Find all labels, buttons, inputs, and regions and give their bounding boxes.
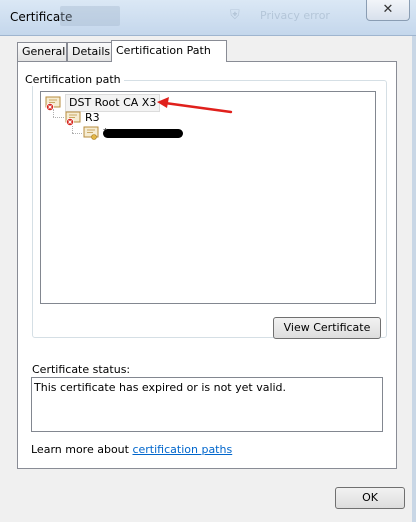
background-tab-ghost	[60, 6, 120, 26]
learn-more-line: Learn more about certification paths	[31, 443, 232, 456]
tab-general[interactable]: General	[17, 42, 67, 61]
background-window-title: Privacy error	[260, 9, 330, 22]
ok-button[interactable]: OK	[335, 487, 405, 509]
certificate-status-text: This certificate has expired or is not y…	[34, 381, 287, 394]
tab-details[interactable]: Details	[67, 42, 112, 61]
certification-path-label: Certification path	[22, 73, 124, 86]
tree-node-label: R3	[85, 111, 100, 124]
certificate-error-icon	[65, 111, 81, 126]
certificate-icon	[83, 126, 99, 140]
window-border-right	[412, 36, 416, 522]
certificate-error-icon	[45, 96, 61, 111]
learn-more-prefix: Learn more about	[31, 443, 133, 456]
title-bar: Certificate ⛨ Privacy error ✕	[0, 0, 416, 36]
redaction-mark	[103, 129, 183, 138]
close-button[interactable]: ✕	[366, 0, 410, 21]
certificate-status-box[interactable]: This certificate has expired or is not y…	[31, 377, 383, 432]
shield-icon: ⛨	[230, 8, 240, 23]
certification-paths-link[interactable]: certification paths	[132, 443, 232, 456]
annotation-arrow	[157, 97, 233, 114]
certificate-status-label: Certificate status:	[32, 363, 131, 376]
tab-certification-path[interactable]: Certification Path	[111, 40, 227, 62]
tree-connector	[72, 133, 82, 134]
certification-path-tree[interactable]: DST Root CA X3 R3 *	[40, 91, 376, 304]
tree-connector	[53, 117, 64, 118]
view-certificate-button[interactable]: View Certificate	[273, 317, 381, 339]
